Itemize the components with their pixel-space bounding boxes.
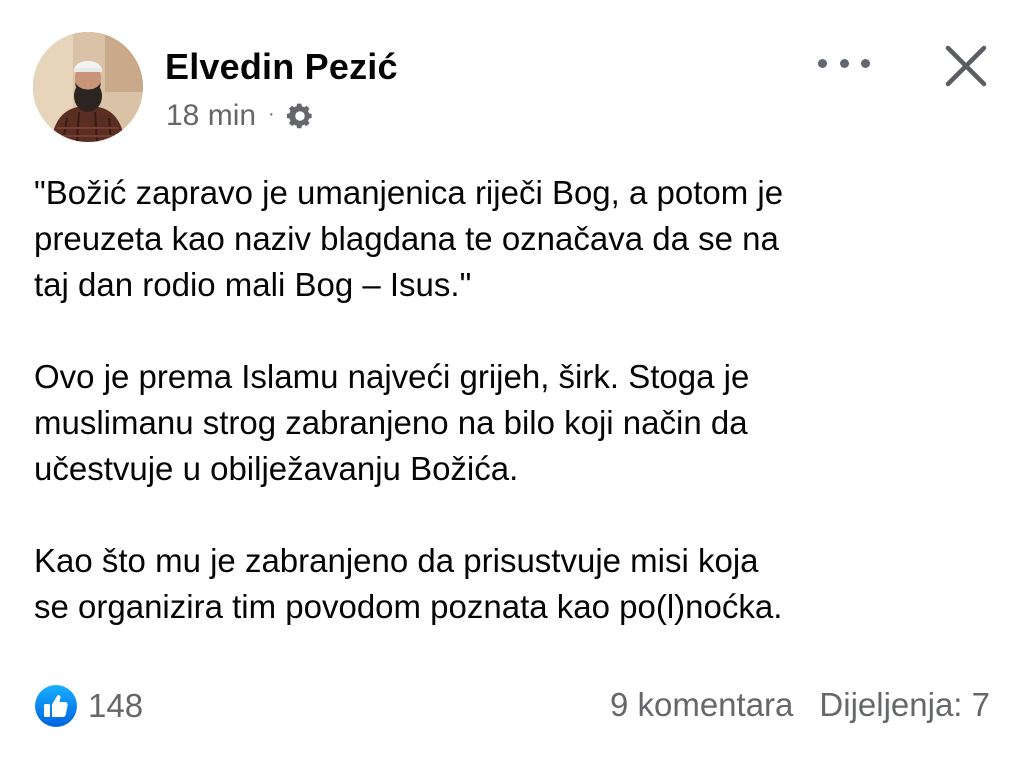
meta-separator: · — [268, 103, 275, 125]
author-name[interactable]: Elvedin Pezić — [165, 46, 398, 88]
post-paragraph-3: Kao što mu je zabranjeno da prisustvuje … — [34, 542, 783, 625]
shares-count[interactable]: Dijeljenja: 7 — [819, 686, 990, 724]
post-card: Elvedin Pezić 18 min · "Božić zapravo je… — [0, 0, 1024, 765]
dot-2 — [839, 58, 849, 68]
like-icon — [35, 685, 77, 727]
gear-icon[interactable] — [285, 101, 315, 131]
post-stats: 9 komentara Dijeljenja: 7 — [610, 686, 990, 724]
post-body: "Božić zapravo je umanjenica riječi Bog,… — [34, 170, 1004, 630]
avatar-image — [33, 32, 143, 142]
post-header: Elvedin Pezić 18 min · — [0, 0, 1024, 150]
dot-1 — [818, 58, 827, 68]
post-footer: 148 9 komentara Dijeljenja: 7 — [0, 680, 1024, 730]
like-count: 148 — [88, 687, 144, 724]
post-time[interactable]: 18 min — [166, 99, 256, 133]
post-paragraph-2: Ovo je prema Islamu najveći grijeh, širk… — [34, 358, 750, 487]
post-meta: 18 min · — [166, 98, 315, 134]
close-icon[interactable] — [938, 38, 994, 94]
post-paragraph-1: "Božić zapravo je umanjenica riječi Bog,… — [34, 174, 784, 303]
reactions-summary[interactable]: 148 — [34, 684, 143, 728]
author-avatar[interactable] — [33, 32, 143, 142]
more-dots-icon[interactable] — [818, 46, 870, 80]
comments-count[interactable]: 9 komentara — [610, 686, 793, 724]
dot-3 — [861, 58, 870, 68]
